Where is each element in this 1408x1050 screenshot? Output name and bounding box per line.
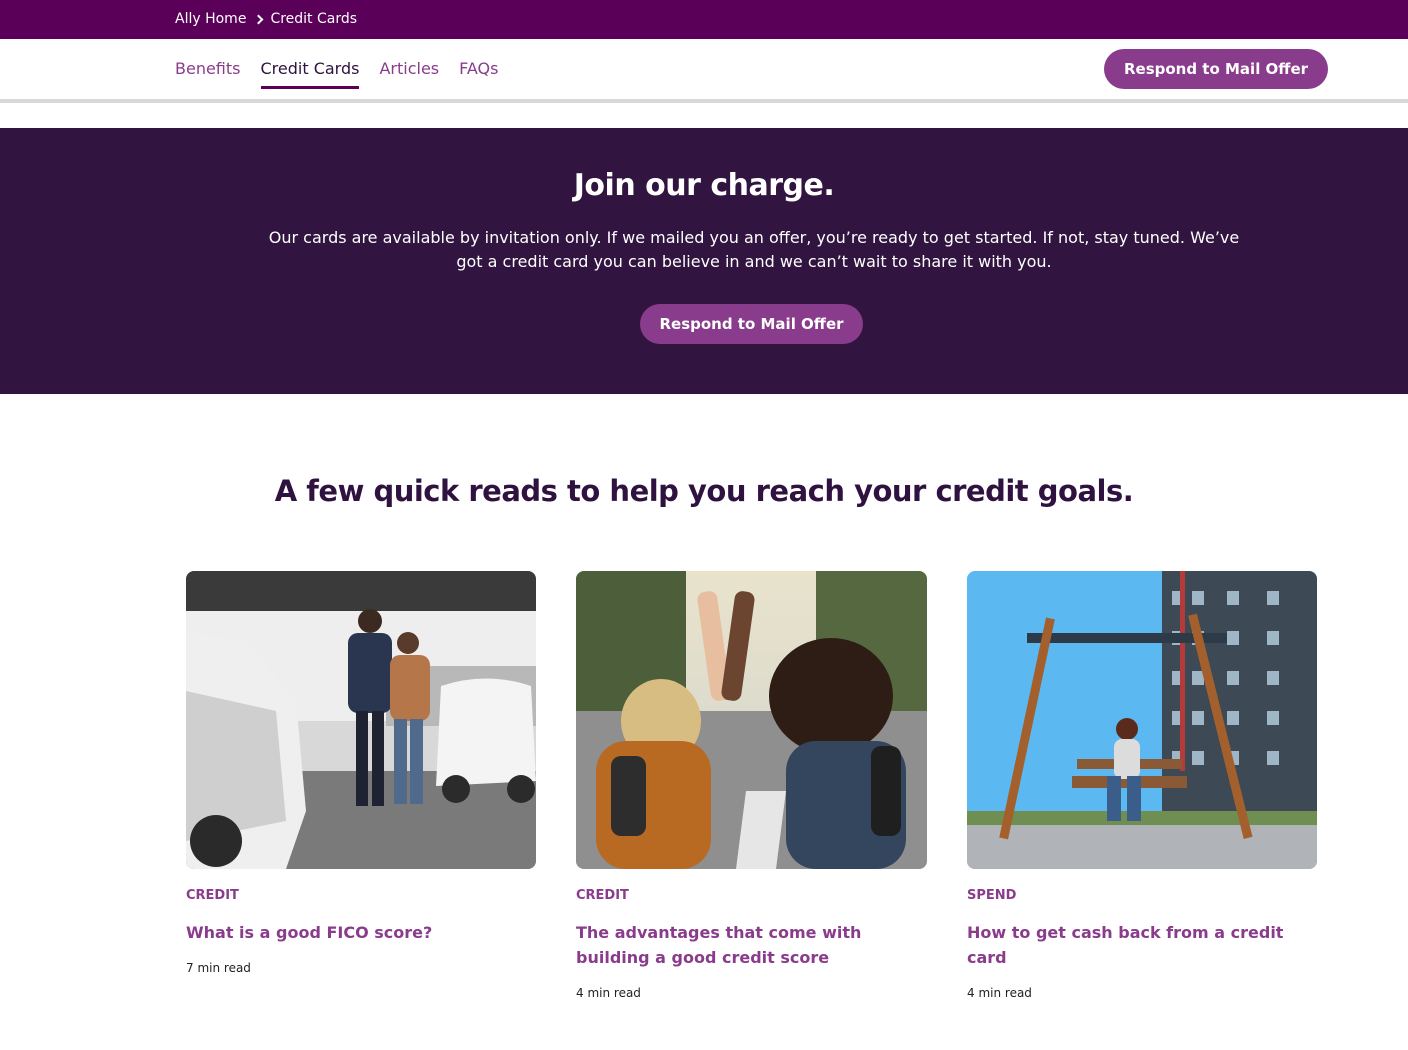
article-card[interactable]: CREDIT What is a good FICO score? 7 min … (186, 571, 536, 975)
article-title-link[interactable]: The advantages that come with building a… (576, 920, 927, 970)
hero-respond-to-mail-offer-button[interactable]: Respond to Mail Offer (640, 304, 863, 344)
hero-title: Join our charge. (573, 168, 835, 203)
top-bar: Ally Home Credit Cards (0, 0, 1408, 39)
article-card[interactable]: CREDIT The advantages that come with bui… (576, 571, 927, 1000)
tab-benefits[interactable]: Benefits (175, 39, 241, 89)
hero-banner: Join our charge. Our cards are available… (0, 128, 1408, 394)
article-category: SPEND (967, 888, 1017, 903)
read-time: 4 min read (576, 986, 641, 1000)
hero-description: Our cards are available by invitation on… (268, 228, 1240, 271)
breadcrumb-current[interactable]: Credit Cards (270, 11, 357, 27)
section-nav: Benefits Credit Cards Articles FAQs Resp… (0, 39, 1408, 103)
nav-tabs: Benefits Credit Cards Articles FAQs (175, 39, 518, 99)
article-title-link[interactable]: How to get cash back from a credit card (967, 920, 1317, 970)
article-category: CREDIT (186, 888, 239, 903)
article-image-woman-on-swing[interactable] (967, 571, 1317, 869)
tab-credit-cards[interactable]: Credit Cards (260, 39, 359, 89)
article-title-link[interactable]: What is a good FICO score? (186, 920, 536, 945)
read-time: 7 min read (186, 961, 251, 975)
tab-articles[interactable]: Articles (379, 39, 439, 89)
article-category: CREDIT (576, 888, 629, 903)
respond-to-mail-offer-button[interactable]: Respond to Mail Offer (1104, 49, 1328, 89)
read-time: 4 min read (967, 986, 1032, 1000)
article-image-car-dealership[interactable] (186, 571, 536, 869)
breadcrumb-home-link[interactable]: Ally Home (175, 11, 246, 27)
article-image-friends-high-five[interactable] (576, 571, 927, 869)
quick-reads-title: A few quick reads to help you reach your… (274, 474, 1134, 508)
article-card[interactable]: SPEND How to get cash back from a credit… (967, 571, 1317, 1000)
tab-faqs[interactable]: FAQs (459, 39, 498, 89)
breadcrumb: Ally Home Credit Cards (175, 11, 357, 27)
chevron-right-icon (253, 14, 264, 24)
